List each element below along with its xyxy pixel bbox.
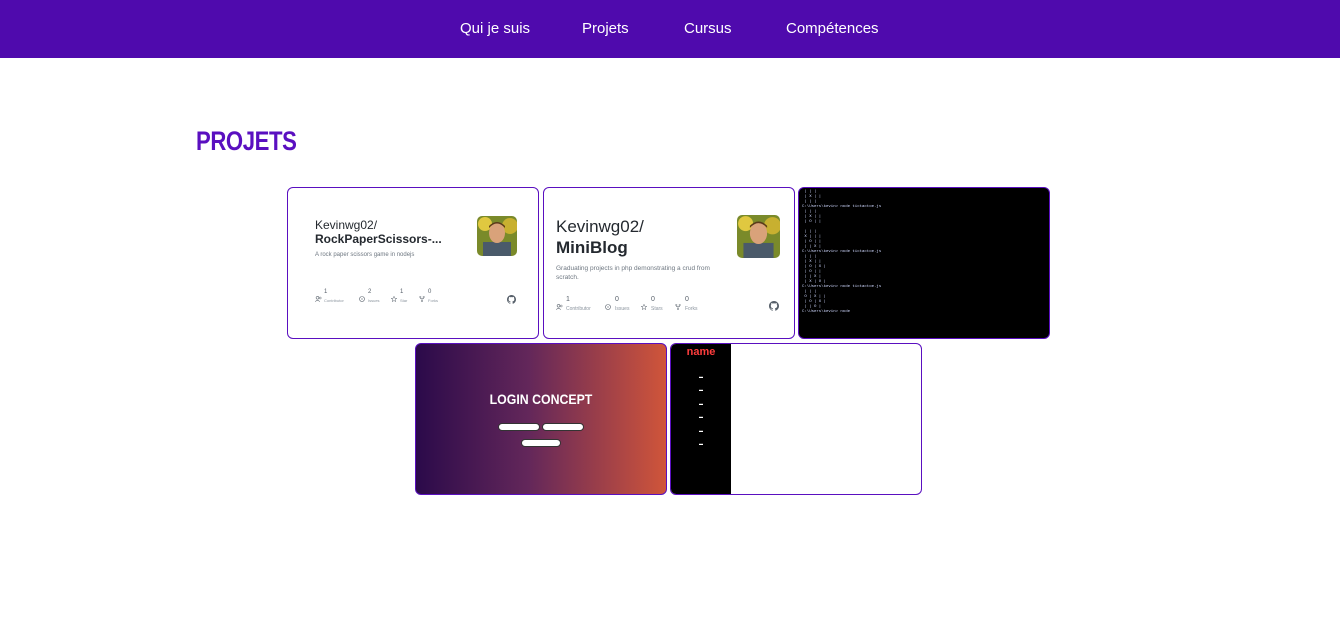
repo-name: MiniBlog (556, 238, 628, 257)
stat-label: Contributor (324, 298, 344, 303)
fork-icon (419, 289, 425, 307)
username-pill-shape (498, 423, 540, 431)
sidebar-title: name (686, 346, 716, 358)
stat-label: Star (400, 298, 408, 303)
stat-value: 0 (651, 296, 655, 303)
avatar (477, 216, 517, 256)
sidebar-item-shape: ▬ (699, 441, 703, 446)
nav-link-projets[interactable]: Projets (582, 20, 629, 37)
nav-link-qui-je-suis[interactable]: Qui je suis (460, 20, 530, 37)
stat-value: 0 (428, 289, 432, 295)
project-card-terminal[interactable]: | | | | X | | | | | C:\Users\kevin> node… (798, 187, 1050, 339)
stat-label: Forks (428, 298, 438, 303)
stat-label: Stars (651, 306, 663, 312)
password-pill-shape (542, 423, 584, 431)
sidebar-item-shape: ▬ (699, 374, 703, 379)
stat-label: Forks (685, 306, 698, 312)
top-navbar: Qui je suis Projets Cursus Compétences (0, 0, 1340, 58)
section-title-projets: PROJETS (196, 126, 297, 156)
project-card-login-concept[interactable]: LOGIN CONCEPT (415, 343, 667, 495)
stat-value: 1 (400, 289, 404, 295)
nav-link-competences[interactable]: Compétences (786, 20, 879, 37)
terminal-output-image: | | | | X | | | | | C:\Users\kevin> node… (802, 190, 882, 314)
star-icon (640, 297, 648, 315)
sidebar-item-shape: ▬ (699, 414, 703, 419)
project-card-miniblog[interactable]: Kevinwg02/ MiniBlog Graduating projects … (543, 187, 795, 339)
issues-icon (605, 297, 611, 315)
repo-name: RockPaperScissors-... (315, 232, 442, 246)
repo-owner: Kevinwg02/ (315, 218, 378, 232)
star-icon (390, 289, 398, 307)
stat-value: 1 (566, 296, 570, 303)
repo-owner: Kevinwg02/ (556, 217, 644, 236)
stat-label: Issues (368, 298, 380, 303)
avatar (737, 215, 780, 258)
contributors-icon (315, 289, 322, 307)
github-logo-icon (769, 298, 779, 316)
stat-label: Contributor (566, 306, 591, 312)
sidebar-item-shape: ▬ (699, 401, 703, 406)
issues-icon (359, 289, 365, 307)
sidebar-item-shape: ▬ (699, 387, 703, 392)
fork-icon (675, 297, 681, 315)
project-card-sidebar-concept[interactable]: name ▬ ▬ ▬ ▬ ▬ ▬ (670, 343, 922, 495)
sidebar-item-shape: ▬ (699, 428, 703, 433)
stat-label: Issues (615, 306, 630, 312)
project-card-rockpaperscissors[interactable]: Kevinwg02/ RockPaperScissors-... A rock … (287, 187, 539, 339)
login-pill-shape (521, 439, 561, 447)
repo-description: Graduating projects in php demonstrating… (556, 265, 710, 282)
contributors-icon (556, 297, 563, 315)
nav-link-cursus[interactable]: Cursus (684, 20, 732, 37)
github-logo-icon (507, 291, 516, 309)
stat-value: 1 (324, 289, 328, 295)
stat-value: 0 (685, 296, 689, 303)
stat-value: 0 (615, 296, 619, 303)
sidebar-panel: name ▬ ▬ ▬ ▬ ▬ ▬ (671, 344, 731, 494)
repo-description: A rock paper scissors game in nodejs (315, 252, 415, 258)
login-concept-title: LOGIN CONCEPT (489, 391, 593, 407)
stat-value: 2 (368, 289, 372, 295)
